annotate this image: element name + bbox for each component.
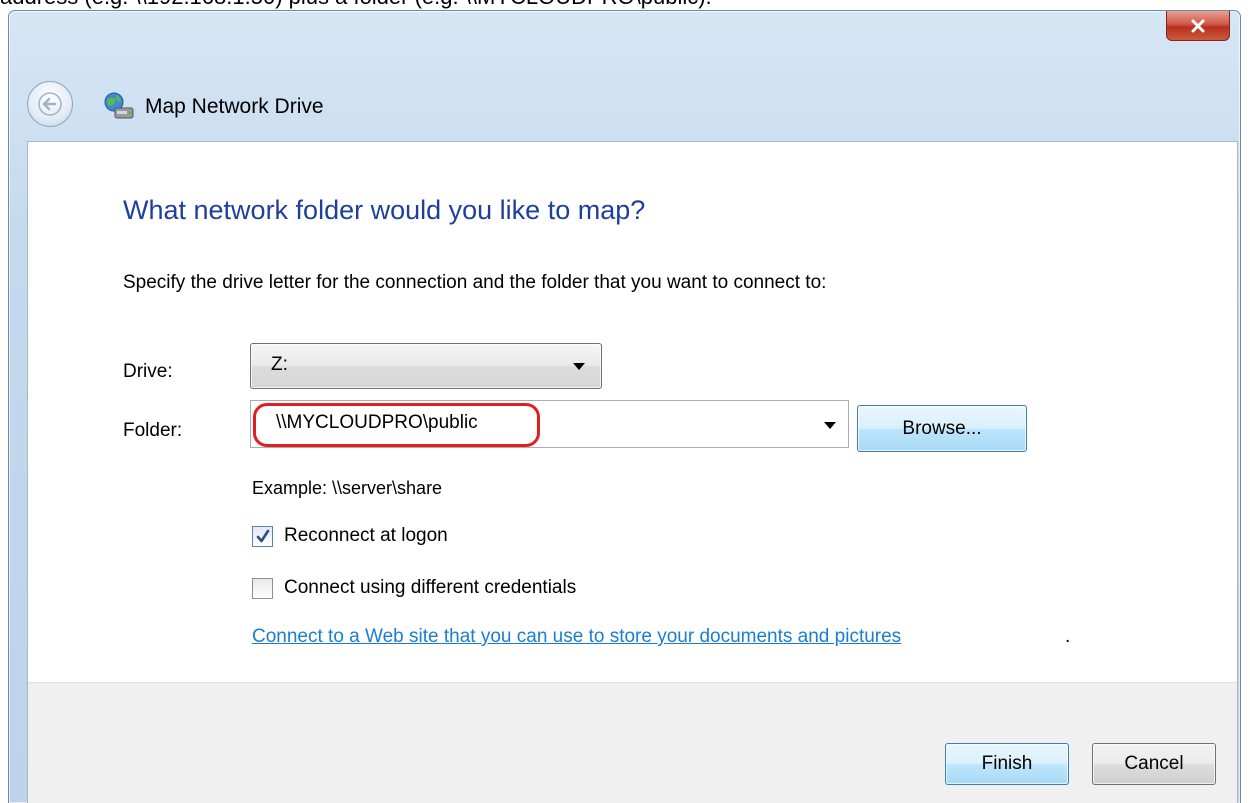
link-period: . xyxy=(1065,626,1071,647)
window-title: Map Network Drive xyxy=(145,95,324,118)
folder-highlight-annotation xyxy=(253,403,540,447)
map-network-drive-window: Map Network Drive What network folder wo… xyxy=(8,10,1241,803)
back-button[interactable] xyxy=(27,81,73,127)
instruction-text: Specify the drive letter for the connect… xyxy=(123,272,827,293)
back-arrow-icon xyxy=(38,92,62,116)
folder-example-text: Example: \\server\share xyxy=(252,478,443,498)
close-icon xyxy=(1191,19,1205,32)
cancel-button[interactable]: Cancel xyxy=(1092,743,1216,785)
reconnect-checkbox[interactable] xyxy=(252,525,273,547)
chevron-down-icon[interactable] xyxy=(824,422,836,429)
drive-value: Z: xyxy=(271,354,288,375)
chevron-down-icon xyxy=(573,363,585,370)
close-button[interactable] xyxy=(1166,11,1230,41)
different-credentials-option[interactable]: Connect using different credentials xyxy=(252,577,576,599)
top-caption: address (e.g. \\192.168.1.50) plus a fol… xyxy=(0,0,1250,10)
network-drive-icon xyxy=(104,92,134,119)
folder-label: Folder: xyxy=(123,420,183,441)
different-credentials-label: Connect using different credentials xyxy=(284,577,577,598)
reconnect-at-logon-option[interactable]: Reconnect at logon xyxy=(252,525,448,547)
reconnect-label: Reconnect at logon xyxy=(284,525,448,546)
connect-web-site-link[interactable]: Connect to a Web site that you can use t… xyxy=(252,626,901,648)
browse-button[interactable]: Browse... xyxy=(857,405,1027,452)
drive-select[interactable]: Z: xyxy=(250,343,602,389)
wizard-footer: Finish Cancel xyxy=(28,682,1237,803)
different-credentials-checkbox[interactable] xyxy=(252,577,273,599)
page-heading: What network folder would you like to ma… xyxy=(123,195,646,225)
checkmark-icon xyxy=(256,529,270,542)
drive-label: Drive: xyxy=(123,361,173,382)
finish-button[interactable]: Finish xyxy=(945,743,1069,785)
wizard-content: What network folder would you like to ma… xyxy=(27,141,1238,803)
